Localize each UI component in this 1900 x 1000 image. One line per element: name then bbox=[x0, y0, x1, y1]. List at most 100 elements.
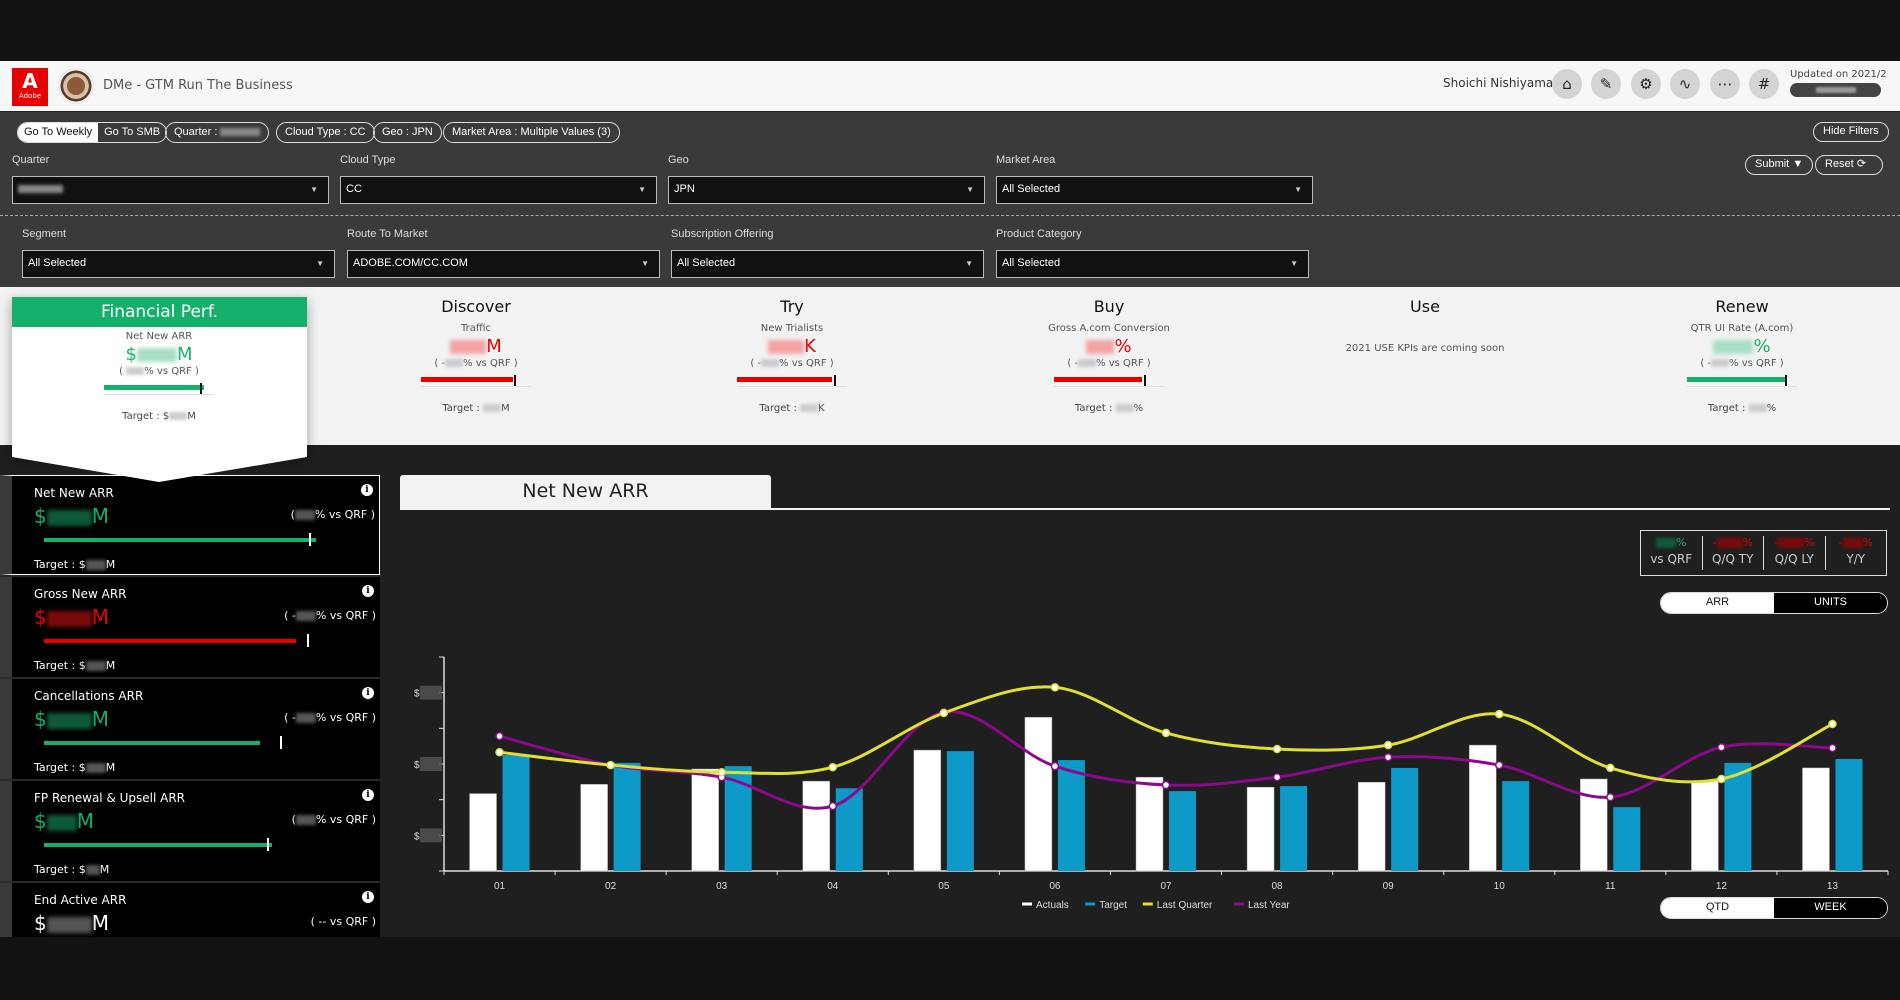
kpi-progress-bar bbox=[421, 377, 513, 382]
quarter-select[interactable]: ▼ bbox=[12, 176, 329, 204]
use-kpi[interactable]: Use 2021 USE KPIs are coming soon bbox=[1295, 297, 1555, 354]
vs-prefix: ( - bbox=[284, 711, 296, 724]
bar-target bbox=[1724, 762, 1752, 871]
vs-prefix: ( - bbox=[284, 609, 296, 622]
vs-suffix: % vs QRF ) bbox=[1096, 358, 1151, 369]
bar-actuals bbox=[1246, 786, 1275, 872]
line-last-year-point bbox=[1717, 742, 1726, 752]
legend-label: Target bbox=[1099, 900, 1127, 911]
kpi-value: % bbox=[979, 336, 1239, 357]
kpi-title: Try bbox=[780, 297, 804, 316]
target-value-obscured bbox=[1748, 404, 1767, 412]
stat-value-obscured bbox=[1842, 538, 1863, 548]
cloud-type-select[interactable]: CC ▼ bbox=[340, 176, 657, 204]
vs-suffix: % vs QRF ) bbox=[144, 366, 199, 377]
line-last-quarter-point bbox=[939, 708, 949, 718]
metric-prefix: $ bbox=[34, 504, 47, 528]
geo-chip[interactable]: Geo : JPN bbox=[373, 122, 442, 143]
workflow-icon[interactable]: ⋯ bbox=[1710, 69, 1740, 99]
week-option[interactable]: WEEK bbox=[1774, 898, 1887, 918]
stat-value-obscured bbox=[1716, 538, 1743, 548]
cloud-type-label: Cloud Type bbox=[340, 154, 396, 166]
discover-kpi[interactable]: Discover Traffic M ( - % vs QRF ) Target … bbox=[346, 297, 606, 414]
bar-actuals bbox=[1802, 767, 1830, 872]
line-last-quarter-point bbox=[1272, 744, 1282, 754]
stat-qq-ly: -% Q/Q LY bbox=[1764, 536, 1826, 570]
target-value-obscured bbox=[169, 412, 188, 420]
metric-suffix: M bbox=[91, 911, 109, 935]
cloud-type-chip[interactable]: Cloud Type : CC bbox=[276, 122, 375, 143]
geo-select[interactable]: JPN ▼ bbox=[668, 176, 985, 204]
bar-actuals bbox=[1580, 778, 1608, 872]
pulse-icon[interactable]: ∿ bbox=[1670, 69, 1700, 99]
reset-button[interactable]: Reset ⟳ bbox=[1815, 155, 1883, 175]
stat-suffix: % bbox=[1862, 536, 1873, 549]
qtd-option[interactable]: QTD bbox=[1661, 898, 1774, 918]
metric-card-cancellations-arr[interactable]: Cancellations ARR $ M ( -% vs QRF ) Targe… bbox=[0, 679, 380, 779]
units-option[interactable]: UNITS bbox=[1774, 593, 1887, 613]
vs-value-obscured bbox=[445, 359, 464, 367]
arr-units-toggle[interactable]: ARR UNITS bbox=[1660, 592, 1888, 614]
metric-card-net-new-arr[interactable]: Net New ARR $ M (% vs QRF ) Target : $ M i bbox=[0, 475, 380, 575]
hide-filters-button[interactable]: Hide Filters bbox=[1813, 122, 1889, 142]
kpi-metric-label: Traffic bbox=[460, 323, 492, 334]
metric-card-fp-renewal-upsell-arr[interactable]: FP Renewal & Upsell ARR $ M (% vs QRF ) T… bbox=[0, 781, 380, 881]
market-area-chip[interactable]: Market Area : Multiple Values (3) bbox=[443, 122, 620, 143]
submit-button[interactable]: Submit ▼ bbox=[1745, 155, 1814, 175]
product-category-select[interactable]: All Selected ▼ bbox=[996, 250, 1309, 278]
vs-suffix: % vs QRF ) bbox=[463, 358, 518, 369]
target-prefix: Target : bbox=[1707, 403, 1749, 414]
try-kpi[interactable]: Try New Trialists K ( - % vs QRF ) Target… bbox=[662, 297, 922, 414]
qtd-week-toggle[interactable]: QTD WEEK bbox=[1660, 897, 1888, 919]
reset-label: Reset bbox=[1825, 158, 1854, 170]
x-tick-label: 13 bbox=[1827, 881, 1839, 892]
chart-tab-net-new-arr[interactable]: Net New ARR bbox=[400, 475, 771, 508]
slack-icon[interactable]: # bbox=[1749, 69, 1779, 99]
stat-label: Q/Q TY bbox=[1712, 552, 1754, 566]
cloud-type-value: CC bbox=[346, 183, 362, 195]
target-suffix: M bbox=[105, 659, 116, 672]
kpi-value-suffix: M bbox=[176, 344, 193, 365]
go-to-weekly-button[interactable]: Go To Weekly bbox=[18, 123, 99, 142]
quarter-chip[interactable]: Quarter : bbox=[165, 122, 270, 143]
segment-select[interactable]: All Selected ▼ bbox=[22, 250, 335, 278]
kpi-metric-label: Gross A.com Conversion bbox=[1048, 323, 1170, 334]
metric-card-gross-new-arr[interactable]: Gross New ARR $ M ( -% vs QRF ) Target : … bbox=[0, 577, 380, 677]
filter-settings-icon[interactable]: ⚙ bbox=[1631, 69, 1661, 99]
metric-card-end-active-arr[interactable]: End Active ARR $ M ( -- vs QRF ) i bbox=[0, 883, 380, 937]
kpi-target-marker bbox=[200, 383, 202, 394]
weekly-smb-toggle[interactable]: Go To Weekly Go To SMB bbox=[17, 122, 168, 143]
bar-actuals bbox=[1357, 781, 1386, 872]
market-area-select[interactable]: All Selected ▼ bbox=[996, 176, 1313, 204]
adobe-logo[interactable]: A Adobe bbox=[12, 68, 48, 106]
renew-kpi[interactable]: Renew QTR UI Rate (A.com) % ( - % vs QRF … bbox=[1612, 297, 1872, 414]
user-name: Shoichi Nishiyama bbox=[1443, 76, 1554, 90]
chevron-down-icon: ▼ bbox=[966, 185, 974, 194]
filter-panel: Go To Weekly Go To SMB Quarter : Cloud T… bbox=[0, 112, 1900, 287]
edit-icon[interactable]: ✎ bbox=[1591, 69, 1621, 99]
metric-target-marker bbox=[309, 533, 311, 546]
home-icon[interactable]: ⌂ bbox=[1552, 69, 1582, 99]
info-icon[interactable]: i bbox=[362, 687, 374, 699]
route-to-market-select[interactable]: ADOBE.COM/CC.COM ▼ bbox=[347, 250, 660, 278]
target-value-obscured bbox=[85, 560, 106, 570]
buy-kpi[interactable]: Buy Gross A.com Conversion % ( - % vs QRF… bbox=[979, 297, 1239, 414]
product-category-value: All Selected bbox=[1002, 257, 1061, 269]
info-icon[interactable]: i bbox=[361, 484, 373, 496]
app-header: A Adobe DMe - GTM Run The Business Shoich… bbox=[0, 61, 1900, 112]
kpi-title: Use bbox=[1410, 297, 1440, 316]
target-prefix: Target : $ bbox=[122, 411, 170, 422]
financial-perf-card[interactable]: Financial Perf. Net New ARR $ M ( % vs QR… bbox=[12, 297, 307, 457]
info-icon[interactable]: i bbox=[362, 789, 374, 801]
target-prefix: Target : $ bbox=[34, 659, 86, 672]
legend-label: Last Quarter bbox=[1157, 900, 1213, 911]
go-to-smb-button[interactable]: Go To SMB bbox=[98, 123, 166, 142]
info-icon[interactable]: i bbox=[362, 585, 374, 597]
bar-target bbox=[1280, 786, 1308, 871]
info-icon[interactable]: i bbox=[362, 891, 374, 903]
arr-option[interactable]: ARR bbox=[1661, 593, 1774, 613]
line-last-year-point bbox=[1494, 760, 1504, 770]
subscription-offering-select[interactable]: All Selected ▼ bbox=[671, 250, 984, 278]
line-last-quarter-point bbox=[1383, 740, 1393, 750]
subscription-offering-value: All Selected bbox=[677, 257, 736, 269]
